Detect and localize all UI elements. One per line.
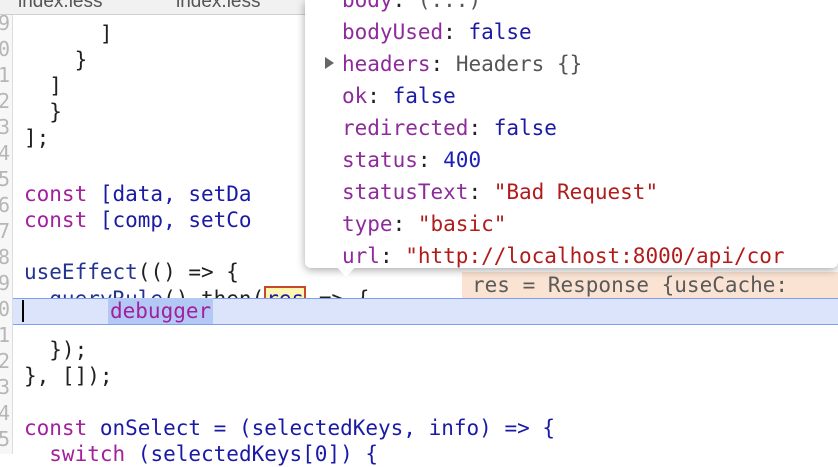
line-number[interactable]: 7 bbox=[0, 218, 10, 244]
property-value[interactable]: "http://localhost:8000/api/cor bbox=[405, 244, 784, 268]
line-number[interactable]: 2 bbox=[0, 88, 10, 114]
line-number-gutter[interactable]: 9 0 1 2 3 4 5 6 7 8 9 0 1 2 3 4 5 bbox=[0, 15, 13, 454]
code-line-data-state: const [data, setDa bbox=[24, 181, 252, 207]
property-key: statusText bbox=[342, 180, 469, 204]
property-row-ok[interactable]: ok: false bbox=[342, 80, 456, 112]
property-value: Headers {} bbox=[455, 52, 583, 76]
property-row-headers[interactable]: headers: Headers {} bbox=[342, 48, 582, 80]
line-number[interactable]: 5 bbox=[0, 426, 10, 452]
line-number[interactable]: 5 bbox=[0, 166, 10, 192]
line-number[interactable]: 0 bbox=[0, 36, 10, 62]
line-number[interactable]: 3 bbox=[0, 114, 10, 140]
property-value[interactable]: (...) bbox=[418, 0, 481, 12]
line-number[interactable]: 1 bbox=[0, 62, 10, 88]
property-row-status[interactable]: status: 400 bbox=[342, 144, 481, 176]
code-text: [data, setDa bbox=[87, 182, 252, 206]
code-text: } bbox=[24, 48, 88, 72]
line-number[interactable]: 2 bbox=[0, 348, 10, 374]
property-key: body bbox=[342, 0, 393, 12]
property-row-bodyused[interactable]: bodyUsed: false bbox=[342, 16, 532, 48]
property-key: redirected bbox=[342, 116, 469, 140]
line-number[interactable]: 4 bbox=[0, 400, 10, 426]
keyword: switch bbox=[24, 442, 126, 466]
property-value: false bbox=[392, 84, 456, 108]
property-value: "Bad Request" bbox=[493, 180, 659, 204]
popover-pointer bbox=[334, 264, 358, 277]
property-row-statustext[interactable]: statusText: "Bad Request" bbox=[342, 176, 658, 208]
line-number[interactable]: 6 bbox=[0, 192, 10, 218]
code-line-switch: switch (selectedKeys[0]) { bbox=[24, 441, 378, 467]
code-text: = (selectedKeys, info) => { bbox=[201, 416, 556, 440]
line-number[interactable]: 9 bbox=[0, 15, 10, 36]
text-cursor bbox=[22, 300, 24, 322]
keyword: const bbox=[24, 416, 88, 440]
property-row-url[interactable]: url: "http://localhost:8000/api/cor bbox=[342, 240, 785, 268]
line-number[interactable]: 1 bbox=[0, 322, 10, 348]
property-value: "basic" bbox=[417, 212, 507, 236]
code-text: }); bbox=[24, 338, 88, 362]
code-text: }, []); bbox=[24, 364, 113, 388]
code-line: }); bbox=[24, 337, 87, 363]
property-key: headers bbox=[342, 52, 431, 76]
property-value: false bbox=[493, 116, 557, 140]
line-number[interactable]: 3 bbox=[0, 374, 10, 400]
tab-index-less-1[interactable]: index.less bbox=[18, 0, 103, 13]
property-row-type[interactable]: type: "basic" bbox=[342, 208, 506, 240]
property-key: ok bbox=[342, 84, 368, 108]
keyword: const bbox=[24, 208, 88, 232]
code-line-useeffect: useEffect(() => { bbox=[24, 259, 239, 285]
keyword: const bbox=[24, 182, 88, 206]
line-number[interactable]: 9 bbox=[0, 270, 10, 296]
object-preview-popover[interactable]: body: (...) bodyUsed: false headers: Hea… bbox=[305, 0, 838, 268]
code-line: }, []); bbox=[24, 363, 113, 389]
inline-value-hint[interactable]: res = Response {useCache: bbox=[462, 272, 838, 298]
code-text: } bbox=[24, 100, 62, 124]
line-number[interactable]: 4 bbox=[0, 140, 10, 166]
code-line: } bbox=[24, 99, 62, 125]
property-value: 400 bbox=[443, 148, 482, 172]
line-number[interactable]: 0 bbox=[0, 296, 10, 322]
code-line: ] bbox=[24, 21, 113, 47]
code-line: ]; bbox=[24, 125, 49, 151]
property-row-redirected[interactable]: redirected: false bbox=[342, 112, 557, 144]
property-key: bodyUsed bbox=[342, 20, 444, 44]
debugger-statement: debugger bbox=[108, 298, 214, 324]
property-value: false bbox=[468, 20, 532, 44]
function-name: useEffect bbox=[24, 260, 138, 284]
function-name: onSelect bbox=[87, 416, 202, 440]
expand-triangle-icon[interactable] bbox=[325, 57, 334, 69]
property-key: type bbox=[342, 212, 393, 236]
line-number[interactable]: 8 bbox=[0, 244, 10, 270]
code-line: ] bbox=[24, 73, 62, 99]
code-line: } bbox=[24, 47, 88, 73]
property-row-body[interactable]: body: (...) bbox=[342, 0, 481, 16]
code-text: (selectedKeys[0]) { bbox=[125, 442, 379, 466]
code-text: [comp, setCo bbox=[87, 208, 252, 232]
tab-index-less-2[interactable]: index.less bbox=[176, 0, 261, 13]
code-text: ] bbox=[24, 22, 113, 46]
code-line-comp-state: const [comp, setCo bbox=[24, 207, 252, 233]
code-line-onselect: const onSelect = (selectedKeys, info) =>… bbox=[24, 415, 555, 441]
code-text: ]; bbox=[24, 126, 50, 150]
code-text: ] bbox=[24, 74, 62, 98]
property-key: status bbox=[342, 148, 418, 172]
code-text: (() => { bbox=[137, 260, 239, 284]
